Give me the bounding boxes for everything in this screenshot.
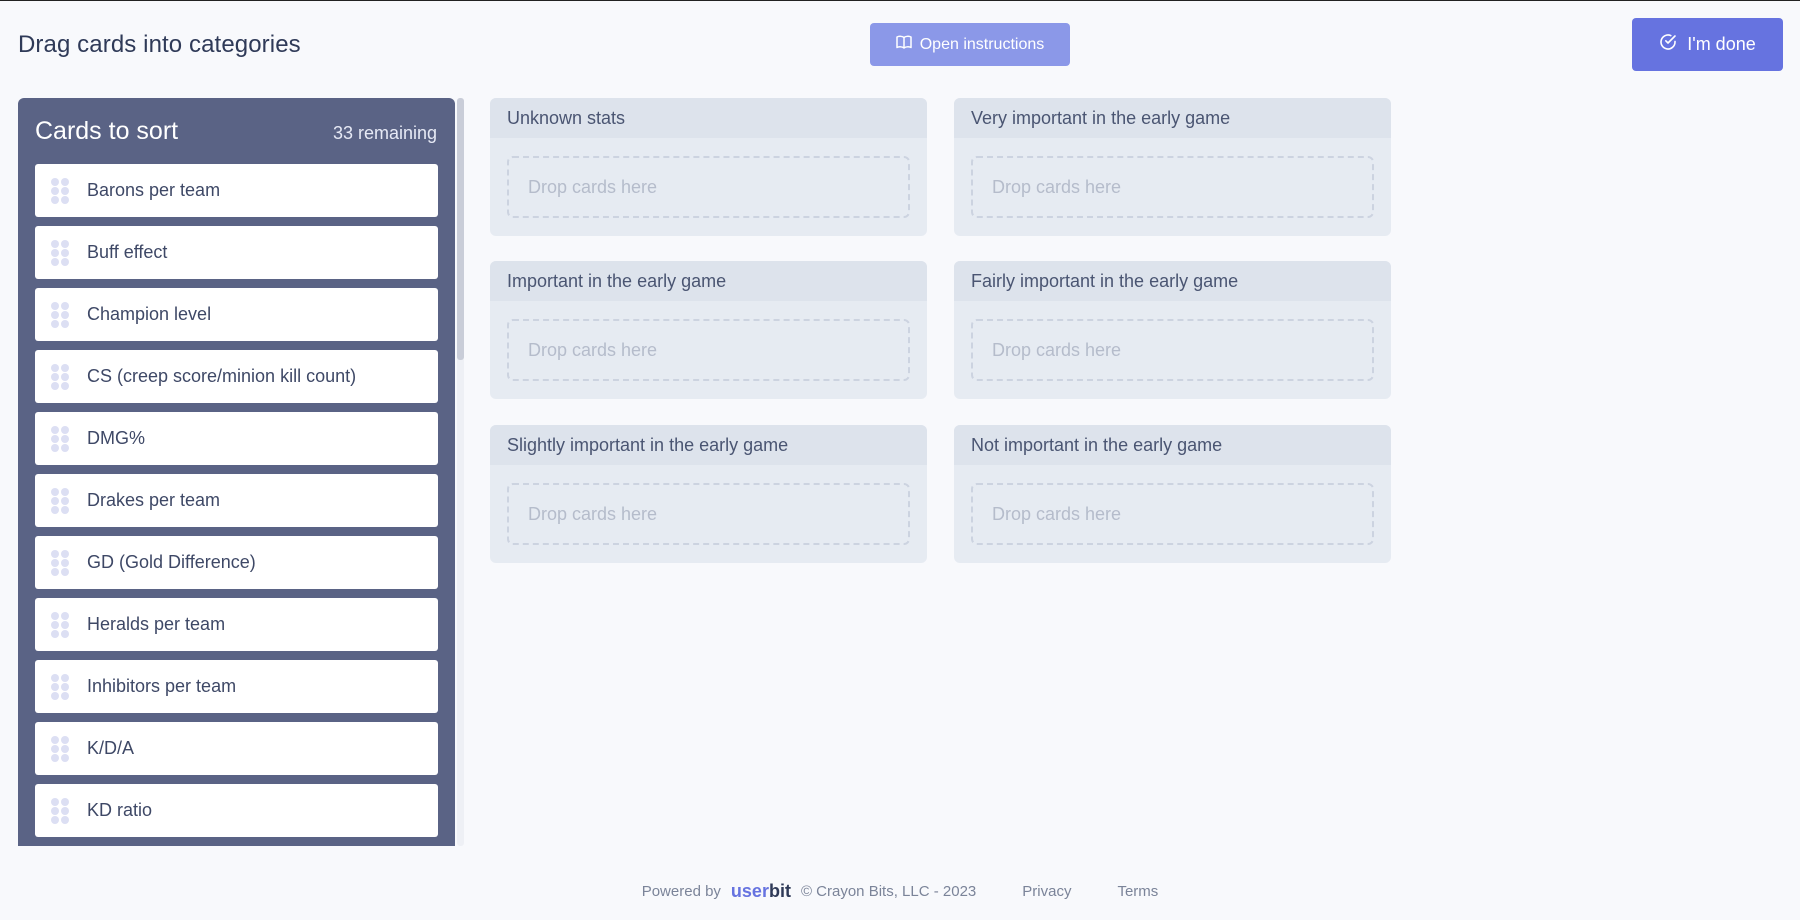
- drag-handle-icon[interactable]: [51, 797, 69, 824]
- powered-by-text: Powered by: [641, 883, 721, 900]
- drag-handle-icon[interactable]: [51, 673, 69, 700]
- userbit-logo[interactable]: userbit: [731, 881, 791, 902]
- sort-card[interactable]: Heralds per team: [35, 598, 438, 651]
- card-list: Barons per team Buff effect Champion lev…: [18, 164, 455, 837]
- drag-handle-icon[interactable]: [51, 239, 69, 266]
- sort-card[interactable]: Buff effect: [35, 226, 438, 279]
- category-not-important: Not important in the early game Drop car…: [954, 425, 1391, 563]
- sort-card[interactable]: Champion level: [35, 288, 438, 341]
- card-label: KD ratio: [87, 800, 153, 820]
- done-label: I'm done: [1687, 34, 1756, 54]
- privacy-link[interactable]: Privacy: [1022, 883, 1071, 900]
- card-list-scrollbar[interactable]: [457, 98, 464, 846]
- brand-part-user: user: [730, 881, 769, 901]
- sort-card[interactable]: DMG%: [35, 412, 438, 465]
- card-label: Heralds per team: [87, 614, 226, 634]
- scrollbar-thumb[interactable]: [457, 98, 464, 360]
- card-label: CS (creep score/minion kill count): [87, 366, 357, 386]
- category-title: Fairly important in the early game: [954, 261, 1391, 301]
- category-title: Slightly important in the early game: [490, 425, 927, 465]
- drag-handle-icon[interactable]: [51, 549, 69, 576]
- page-title: Drag cards into categories: [18, 31, 301, 58]
- drag-handle-icon[interactable]: [51, 611, 69, 638]
- drag-handle-icon[interactable]: [51, 177, 69, 204]
- card-label: Inhibitors per team: [87, 676, 237, 696]
- book-open-icon: [895, 35, 912, 54]
- drag-handle-icon[interactable]: [51, 425, 69, 452]
- drop-zone[interactable]: Drop cards here: [971, 156, 1374, 218]
- sort-card[interactable]: CS (creep score/minion kill count): [35, 350, 438, 403]
- sort-card[interactable]: Drakes per team: [35, 474, 438, 527]
- drop-zone[interactable]: Drop cards here: [971, 483, 1374, 545]
- category-title: Very important in the early game: [954, 98, 1391, 138]
- remaining-count: 33 remaining: [332, 123, 437, 143]
- drag-handle-icon[interactable]: [51, 363, 69, 390]
- open-instructions-button[interactable]: Open instructions: [870, 23, 1070, 66]
- sort-card[interactable]: KD ratio: [35, 784, 438, 837]
- footer: Powered by userbit © Crayon Bits, LLC - …: [0, 881, 1800, 902]
- drop-zone[interactable]: Drop cards here: [507, 156, 910, 218]
- card-label: Drakes per team: [87, 490, 221, 510]
- category-important: Important in the early game Drop cards h…: [490, 261, 927, 399]
- drag-handle-icon[interactable]: [51, 735, 69, 762]
- panel-header: Cards to sort 33 remaining: [18, 98, 455, 164]
- copyright-text: © Crayon Bits, LLC - 2023: [800, 883, 977, 900]
- brand-part-bit: bit: [768, 881, 791, 901]
- card-label: GD (Gold Difference): [87, 552, 256, 572]
- drop-zone[interactable]: Drop cards here: [507, 319, 910, 381]
- card-label: Barons per team: [87, 180, 221, 200]
- panel-title: Cards to sort: [35, 117, 179, 145]
- card-label: K/D/A: [87, 738, 135, 758]
- terms-link[interactable]: Terms: [1117, 883, 1158, 900]
- category-title: Not important in the early game: [954, 425, 1391, 465]
- done-button[interactable]: I'm done: [1632, 18, 1783, 71]
- drag-handle-icon[interactable]: [51, 487, 69, 514]
- drop-zone[interactable]: Drop cards here: [507, 483, 910, 545]
- category-fairly-important: Fairly important in the early game Drop …: [954, 261, 1391, 399]
- category-title: Important in the early game: [490, 261, 927, 301]
- sort-card[interactable]: Barons per team: [35, 164, 438, 217]
- category-unknown-stats: Unknown stats Drop cards here: [490, 98, 927, 236]
- category-slightly-important: Slightly important in the early game Dro…: [490, 425, 927, 563]
- card-label: Champion level: [87, 304, 212, 324]
- card-label: Buff effect: [87, 242, 168, 262]
- check-circle-icon: [1659, 33, 1677, 56]
- category-very-important: Very important in the early game Drop ca…: [954, 98, 1391, 236]
- drop-zone[interactable]: Drop cards here: [971, 319, 1374, 381]
- drag-handle-icon[interactable]: [51, 301, 69, 328]
- sort-card[interactable]: Inhibitors per team: [35, 660, 438, 713]
- sort-card[interactable]: GD (Gold Difference): [35, 536, 438, 589]
- open-instructions-label: Open instructions: [919, 35, 1045, 53]
- card-label: DMG%: [87, 428, 145, 448]
- cards-to-sort-panel: Cards to sort 33 remaining Barons per te…: [18, 98, 455, 846]
- sort-card[interactable]: K/D/A: [35, 722, 438, 775]
- category-title: Unknown stats: [490, 98, 927, 138]
